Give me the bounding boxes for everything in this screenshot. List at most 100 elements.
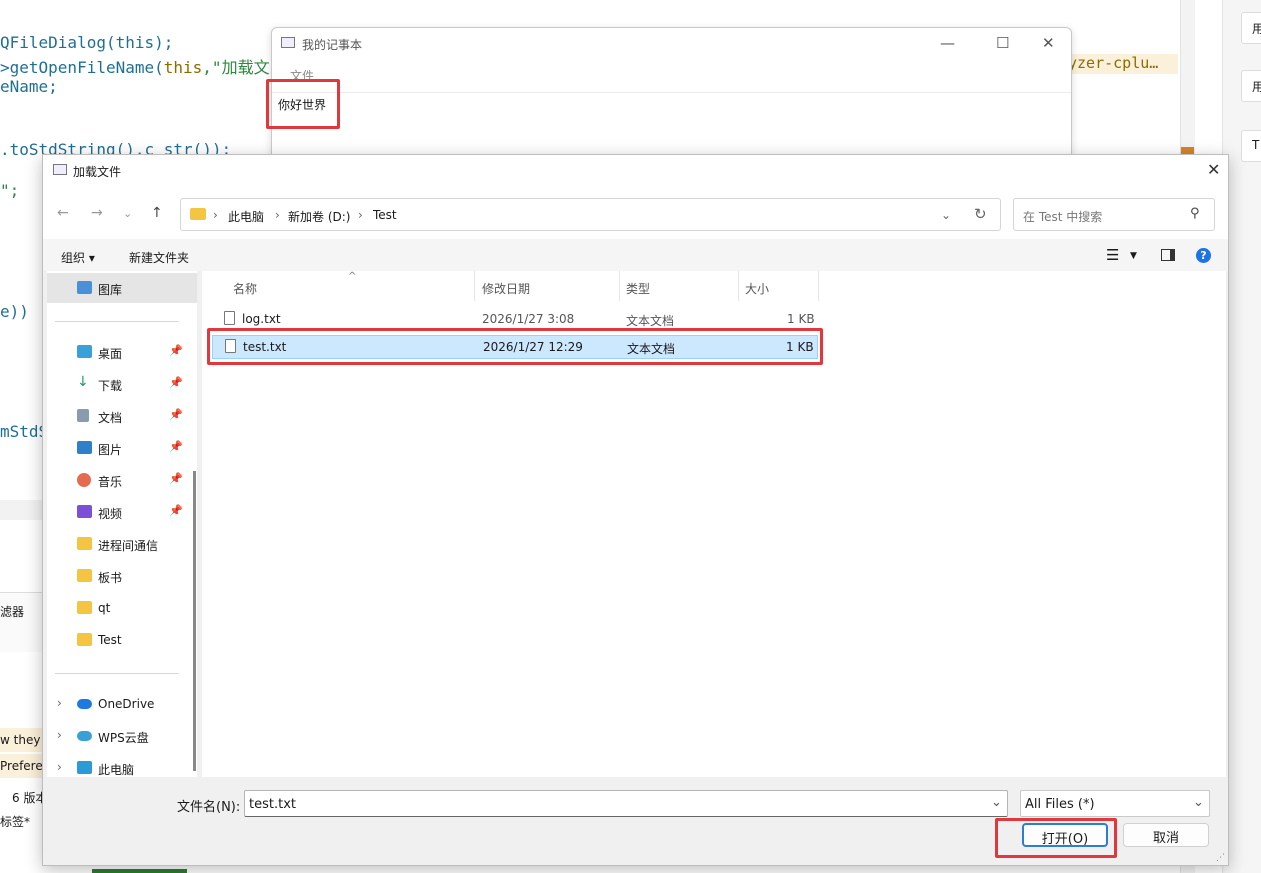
code-text: this: [163, 58, 203, 77]
pictures-icon: [77, 441, 92, 454]
progress-strip: [92, 869, 187, 873]
file-type-select[interactable]: All Files (*) ⌄: [1020, 790, 1210, 817]
back-icon[interactable]: ←: [57, 205, 69, 221]
sidebar-item-onedrive[interactable]: › OneDrive: [47, 689, 197, 719]
side-tab[interactable]: T: [1241, 130, 1261, 162]
sidebar-label: 图库: [98, 283, 123, 297]
close-icon[interactable]: ✕: [1207, 160, 1220, 179]
cloud-icon: [77, 699, 92, 709]
current-line-highlight: [0, 500, 42, 520]
sort-ascending-icon: ^: [348, 271, 357, 282]
version-text: 6 版本: [12, 791, 42, 805]
inline-hint: yzer-cplu…: [1068, 54, 1178, 74]
code-text: QFileDialog(this);: [0, 33, 174, 52]
chevron-right-icon[interactable]: ›: [57, 760, 62, 774]
folder-icon: [77, 601, 92, 614]
refresh-icon[interactable]: ↻: [974, 205, 987, 223]
pin-icon: 📌: [169, 440, 183, 453]
column-header-modified[interactable]: 修改日期: [482, 280, 530, 297]
sidebar-item-ipc[interactable]: 进程间通信: [47, 529, 197, 559]
search-box[interactable]: 在 Test 中搜索 ⚲: [1013, 198, 1215, 231]
sidebar-item-pictures[interactable]: 图片 📌: [47, 433, 197, 463]
sidebar-label: OneDrive: [98, 697, 155, 711]
music-icon: [77, 473, 91, 487]
divider: [55, 673, 179, 674]
highlight-box: [266, 79, 340, 129]
chevron-right-icon[interactable]: ›: [57, 696, 62, 710]
sidebar-item-wps[interactable]: › WPS云盘: [47, 721, 197, 751]
sidebar-label: 进程间通信: [98, 539, 159, 553]
download-icon: ↓: [77, 374, 89, 390]
resize-grip-icon[interactable]: ⋰: [1216, 853, 1225, 863]
search-placeholder: 在 Test 中搜索: [1023, 210, 1103, 224]
tag-text: 标签*: [0, 815, 31, 829]
desktop-icon: [77, 345, 92, 358]
column-separator[interactable]: [818, 271, 819, 301]
sidebar-label: 音乐: [98, 475, 123, 489]
sidebar-item-gallery[interactable]: 图库: [47, 273, 197, 303]
forward-icon[interactable]: →: [91, 205, 103, 221]
chevron-down-icon[interactable]: ⌄: [991, 795, 1002, 810]
code-line: mStdS: [0, 422, 49, 441]
sidebar-item-qt[interactable]: qt: [47, 593, 197, 623]
preview-pane-icon[interactable]: [1161, 249, 1175, 261]
sidebar-item-downloads[interactable]: ↓ 下载 📌: [47, 369, 197, 399]
filename-input[interactable]: test.txt ⌄: [244, 790, 1008, 817]
pin-icon: 📌: [169, 376, 183, 389]
open-file-dialog: 加载文件 ✕ ← → ⌄ ↑ › 此电脑 › 新加卷 (D:) › Test ⌄…: [42, 154, 1229, 866]
chevron-right-icon[interactable]: ›: [57, 728, 62, 742]
breadcrumb-drive[interactable]: 新加卷 (D:): [288, 208, 350, 225]
up-icon[interactable]: ↑: [151, 205, 163, 221]
file-size: 1 KB: [787, 312, 815, 326]
chevron-down-icon[interactable]: ⌄: [1193, 795, 1204, 810]
new-folder-button[interactable]: 新建文件夹: [129, 249, 189, 266]
minimize-icon[interactable]: —: [940, 34, 955, 52]
sidebar-label: 板书: [98, 571, 123, 585]
sidebar-item-desktop[interactable]: 桌面 📌: [47, 337, 197, 367]
gallery-icon: [77, 281, 92, 294]
close-icon[interactable]: ✕: [1042, 34, 1055, 52]
file-type-value: All Files (*): [1025, 797, 1095, 812]
organize-button[interactable]: 组织 ▾: [61, 249, 95, 266]
column-header-type[interactable]: 类型: [626, 280, 650, 297]
column-separator[interactable]: [738, 271, 739, 301]
search-icon[interactable]: ⚲: [1190, 206, 1200, 221]
side-tab[interactable]: 用: [1241, 70, 1261, 102]
recent-dropdown-icon[interactable]: ⌄: [123, 207, 132, 220]
column-header-name[interactable]: 名称: [233, 280, 257, 297]
sidebar-item-board[interactable]: 板书: [47, 561, 197, 591]
breadcrumb-test[interactable]: Test: [373, 208, 397, 222]
folder-icon: [77, 537, 92, 550]
cancel-button[interactable]: 取消: [1123, 823, 1209, 847]
view-dropdown-icon[interactable]: ▼: [1130, 251, 1137, 261]
folder-icon: [190, 208, 206, 220]
folder-icon: [77, 633, 92, 646]
side-tab[interactable]: 用: [1241, 12, 1261, 44]
sidebar-item-documents[interactable]: 文档 📌: [47, 401, 197, 431]
column-separator[interactable]: [474, 271, 475, 301]
column-separator[interactable]: [619, 271, 620, 301]
sidebar-item-videos[interactable]: 视频 📌: [47, 497, 197, 527]
breadcrumb-this-pc[interactable]: 此电脑: [228, 208, 264, 225]
code-line: ";: [0, 181, 20, 200]
notepad-window: 我的记事本 — ☐ ✕ 文件 你好世界: [271, 27, 1072, 167]
address-bar[interactable]: › 此电脑 › 新加卷 (D:) › Test ⌄ ↻: [180, 198, 1001, 231]
sidebar-label: WPS云盘: [98, 731, 149, 745]
highlight-box: [207, 328, 823, 365]
toolbar: 组织 ▾ 新建文件夹 ☰ ▼ ?: [43, 239, 1228, 271]
sidebar-item-test[interactable]: Test: [47, 625, 197, 655]
text-file-icon: [224, 311, 235, 325]
maximize-icon[interactable]: ☐: [996, 34, 1009, 52]
sidebar-label: 下载: [98, 379, 123, 393]
sidebar-label: 桌面: [98, 347, 123, 361]
filter-label: 滤器: [0, 605, 25, 619]
sidebar-item-this-pc[interactable]: › 此电脑: [47, 753, 197, 777]
sidebar-item-music[interactable]: 音乐 📌: [47, 465, 197, 495]
chevron-down-icon[interactable]: ⌄: [941, 208, 951, 222]
file-modified: 2026/1/27 3:08: [482, 312, 575, 326]
pin-icon: 📌: [169, 344, 183, 357]
help-icon[interactable]: ?: [1196, 248, 1211, 263]
column-header-size[interactable]: 大小: [745, 280, 769, 297]
sidebar-scrollbar[interactable]: [193, 471, 196, 771]
view-list-icon[interactable]: ☰: [1106, 246, 1119, 264]
